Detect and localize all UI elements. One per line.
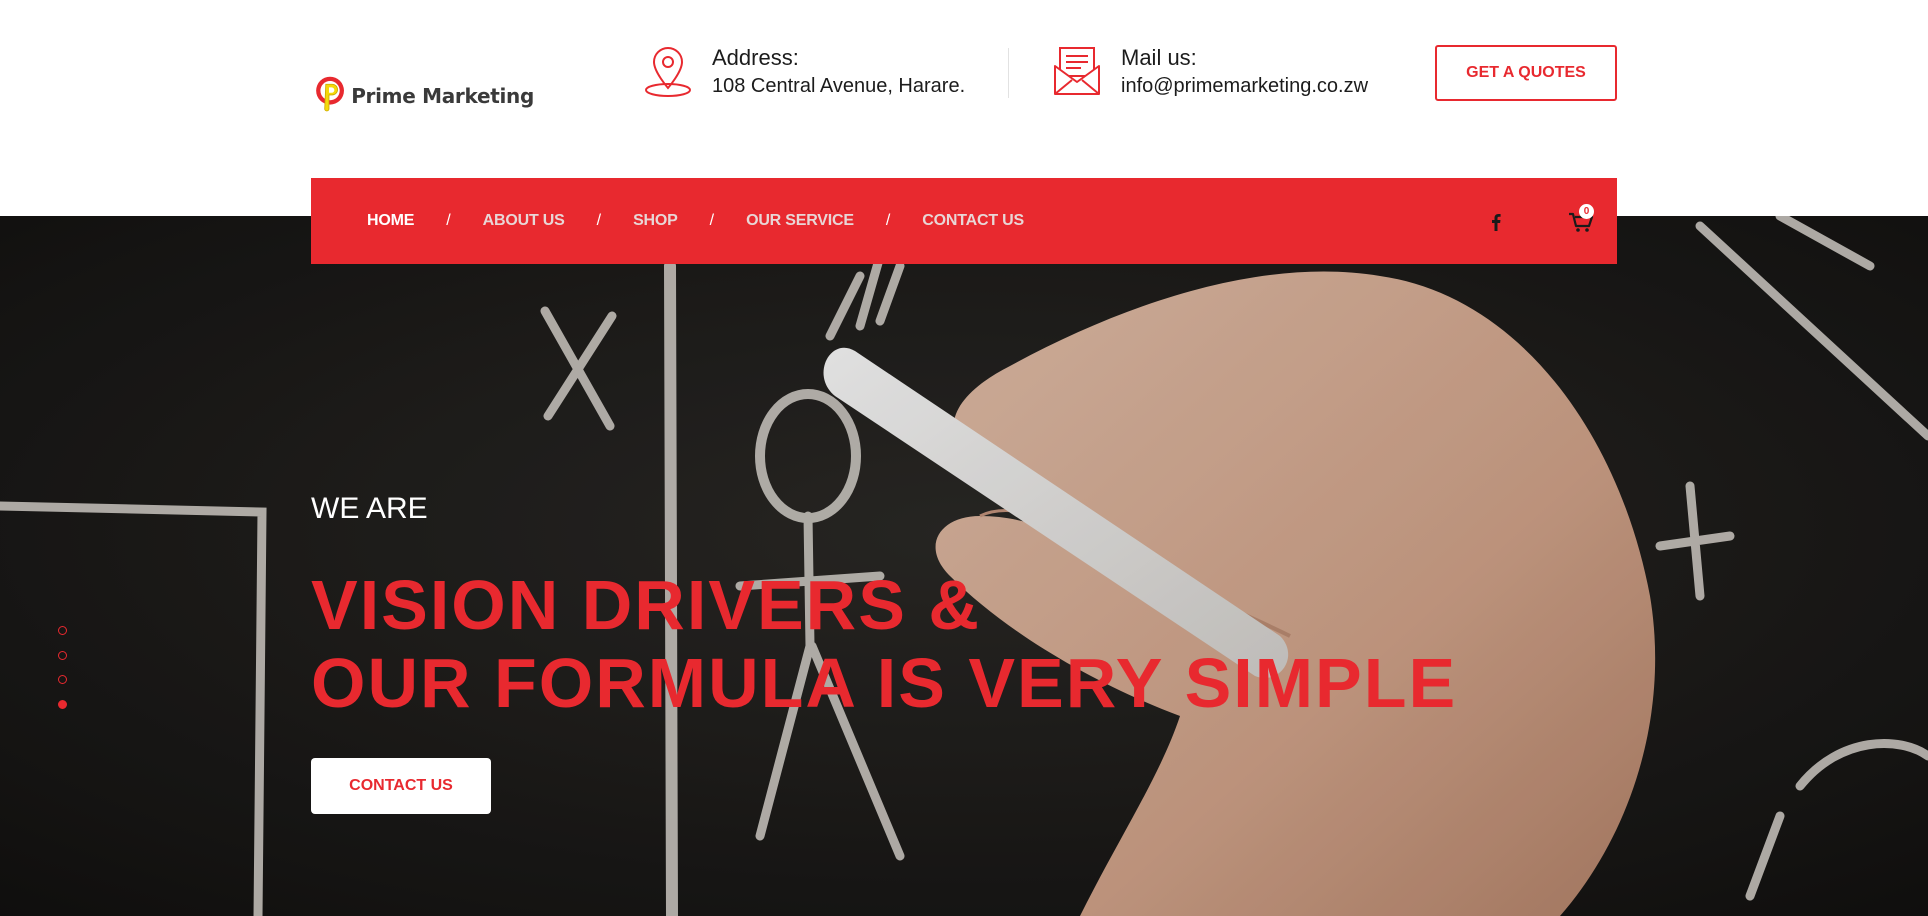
hero-eyebrow: WE ARE [311, 492, 428, 525]
nav-item-shop[interactable]: SHOP [633, 212, 678, 230]
brand-name: Prime Marketing [351, 84, 534, 108]
nav-separator: / [885, 212, 891, 229]
hero-title-line-2: OUR FORMULA IS VERY SIMPLE [311, 644, 1458, 722]
nav-menu: HOME / ABOUT US / SHOP / OUR SERVICE / C… [367, 178, 1024, 264]
nav-item-contact-us[interactable]: CONTACT US [922, 212, 1024, 230]
mail-icon [1054, 47, 1100, 95]
slider-pagination [58, 626, 67, 724]
slider-dot-3[interactable] [58, 675, 67, 684]
address-block: Address: 108 Central Avenue, Harare. [642, 44, 965, 104]
nav-separator: / [596, 212, 602, 229]
logo-mark-icon [316, 76, 344, 112]
hero-title: VISION DRIVERS & OUR FORMULA IS VERY SIM… [311, 566, 1457, 722]
address-label: Address: [712, 45, 799, 70]
main-nav-bar: HOME / ABOUT US / SHOP / OUR SERVICE / C… [311, 178, 1617, 264]
contact-us-button[interactable]: CONTACT US [311, 758, 491, 814]
slider-dot-2[interactable] [58, 650, 67, 660]
address-value: 108 Central Avenue, Harare. [712, 75, 966, 97]
nav-separator: / [709, 212, 715, 229]
hero-title-line-1: VISION DRIVERS & [311, 566, 981, 644]
header-divider [1008, 48, 1009, 98]
nav-item-home[interactable]: HOME [367, 212, 414, 230]
brand-logo[interactable]: Prime Marketing [314, 56, 534, 136]
mail-value[interactable]: info@primemarketing.co.zw [1121, 72, 1368, 100]
mail-block: Mail us: info@primemarketing.co.zw [1051, 44, 1368, 104]
slider-dot-4[interactable] [58, 699, 67, 709]
facebook-icon[interactable] [1485, 211, 1507, 233]
nav-item-about-us[interactable]: ABOUT US [483, 212, 565, 230]
nav-separator: / [446, 212, 451, 229]
mail-label: Mail us: [1121, 45, 1197, 70]
slider-dot-1[interactable] [58, 626, 67, 635]
get-quote-button[interactable]: GET A QUOTES [1435, 45, 1617, 101]
location-pin-icon [645, 46, 691, 97]
nav-item-our-service[interactable]: OUR SERVICE [746, 212, 854, 230]
cart-count-badge: 0 [1579, 204, 1594, 219]
